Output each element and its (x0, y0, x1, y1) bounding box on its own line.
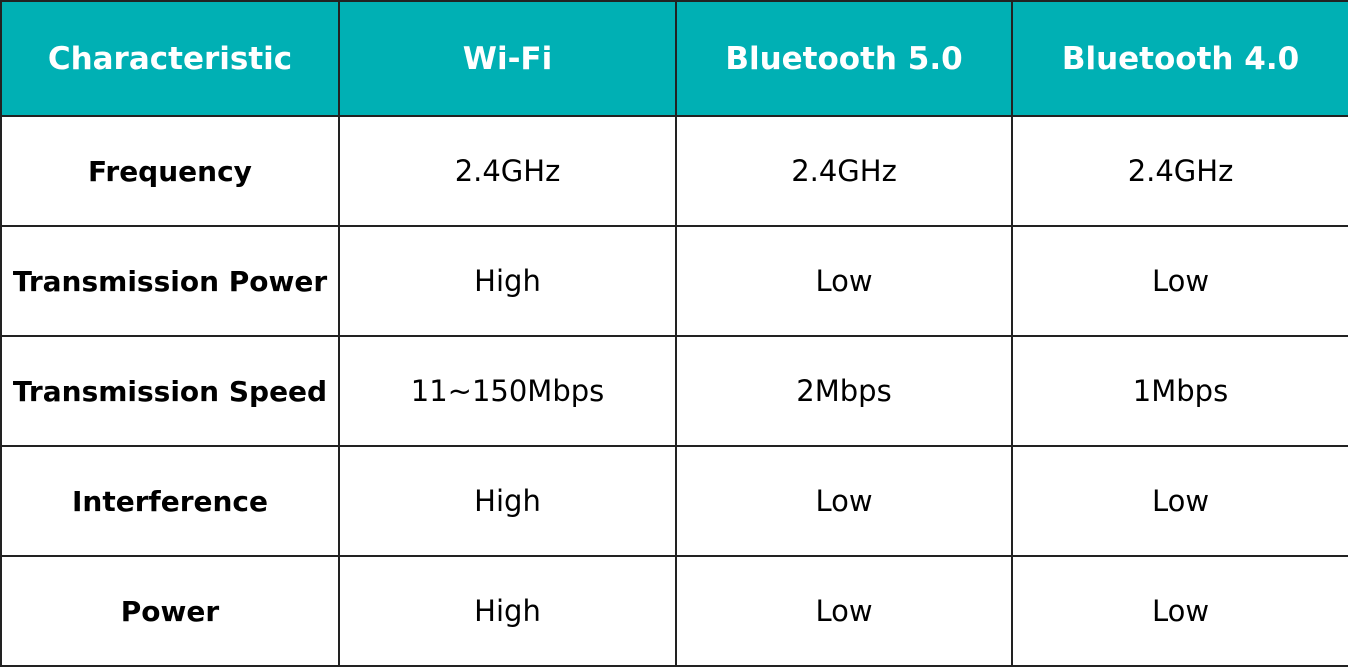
table-cell: 2.4GHz (675, 115, 1013, 227)
table-cell: Low (675, 445, 1013, 557)
table-cell: High (338, 555, 677, 667)
table-cell: 11~150Mbps (338, 335, 677, 447)
row-label: Transmission Power (0, 225, 340, 337)
header-bluetooth-4: Bluetooth 4.0 (1011, 0, 1348, 117)
table-row: Transmission Speed 11~150Mbps 2Mbps 1Mbps (0, 335, 1348, 447)
table-row: Transmission Power High Low Low (0, 225, 1348, 337)
table-row: Power High Low Low (0, 555, 1348, 667)
table-row: Frequency 2.4GHz 2.4GHz 2.4GHz (0, 115, 1348, 227)
header-bluetooth-5: Bluetooth 5.0 (675, 0, 1013, 117)
header-row: Characteristic Wi-Fi Bluetooth 5.0 Bluet… (0, 0, 1348, 117)
row-label: Interference (0, 445, 340, 557)
row-label: Transmission Speed (0, 335, 340, 447)
table-cell: High (338, 445, 677, 557)
table-cell: Low (1011, 225, 1348, 337)
table-cell: 2Mbps (675, 335, 1013, 447)
table-cell: Low (675, 225, 1013, 337)
table-cell: 2.4GHz (1011, 115, 1348, 227)
table-cell: High (338, 225, 677, 337)
comparison-table: Characteristic Wi-Fi Bluetooth 5.0 Bluet… (0, 0, 1348, 667)
table-cell: Low (1011, 445, 1348, 557)
table-cell: Low (675, 555, 1013, 667)
table-cell: 1Mbps (1011, 335, 1348, 447)
table-cell: Low (1011, 555, 1348, 667)
row-label: Power (0, 555, 340, 667)
row-label: Frequency (0, 115, 340, 227)
table-row: Interference High Low Low (0, 445, 1348, 557)
header-wifi: Wi-Fi (338, 0, 677, 117)
header-characteristic: Characteristic (0, 0, 340, 117)
table-cell: 2.4GHz (338, 115, 677, 227)
